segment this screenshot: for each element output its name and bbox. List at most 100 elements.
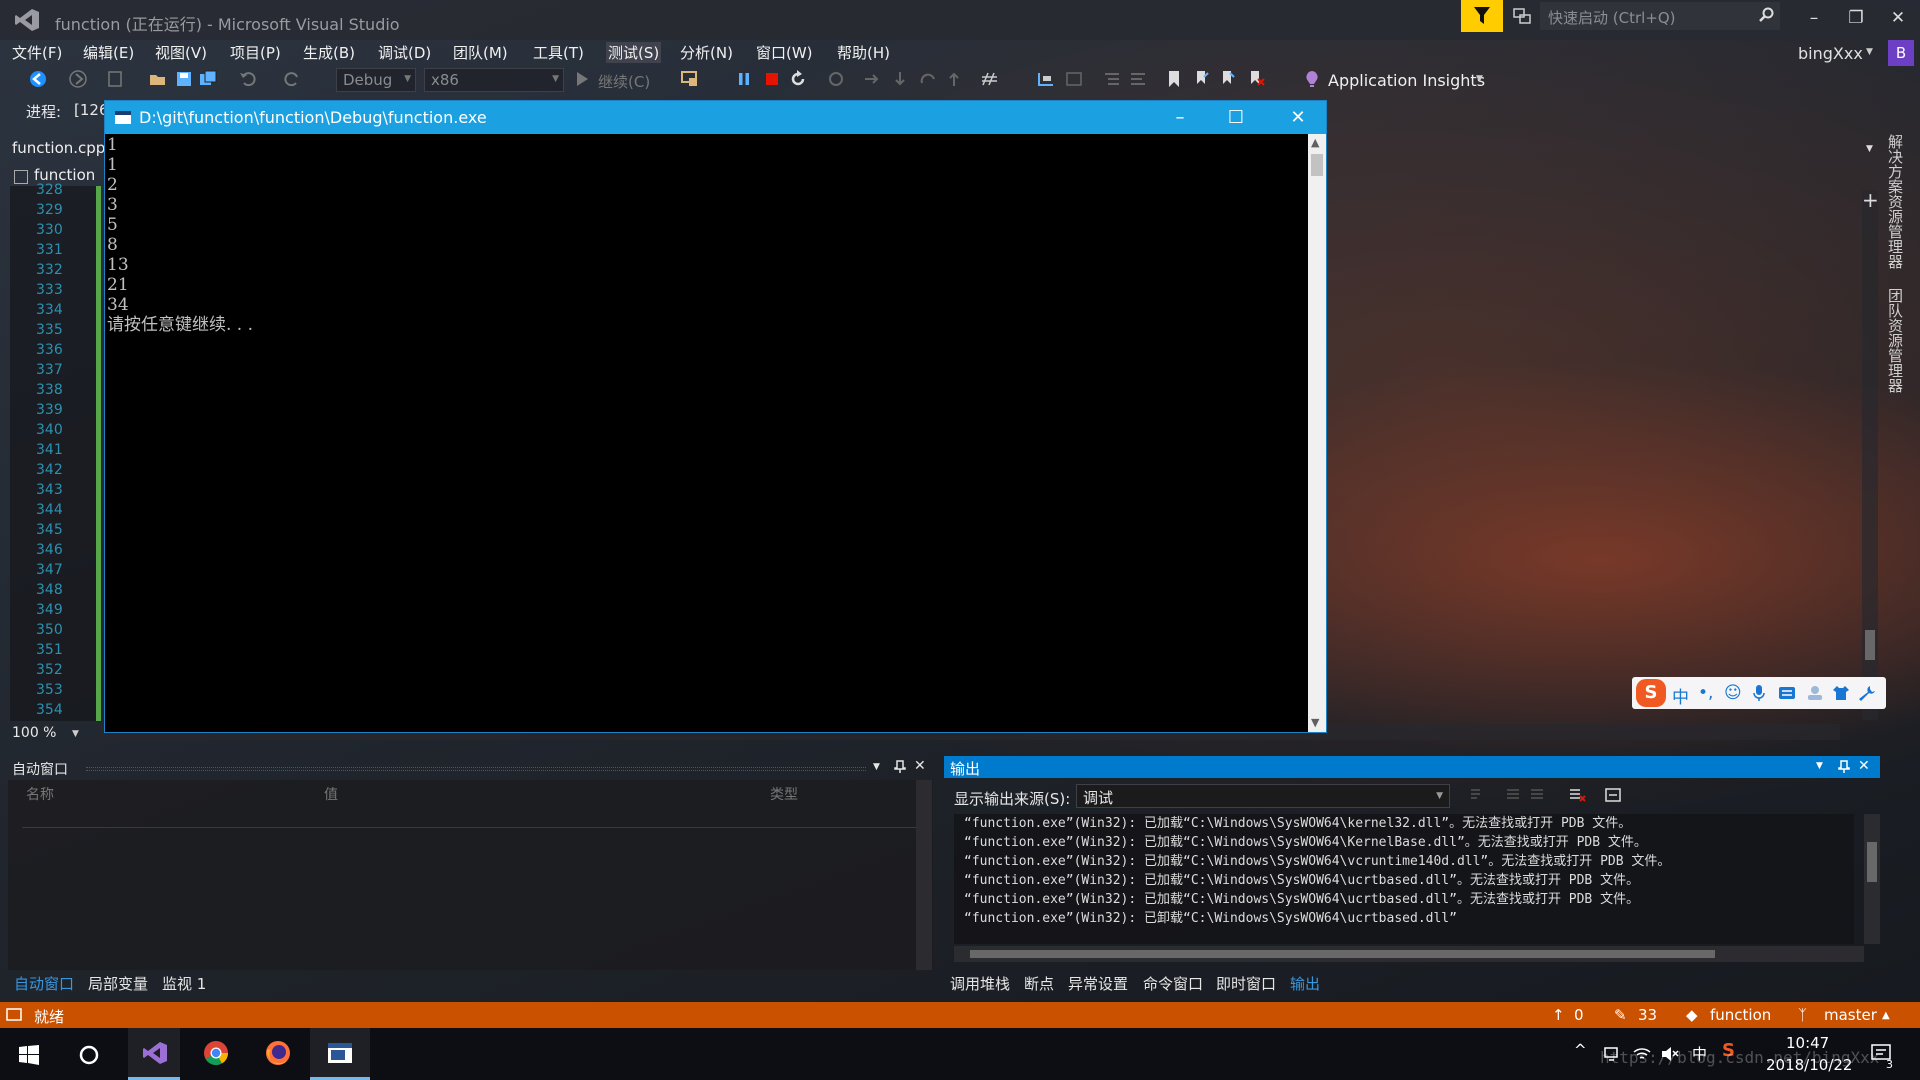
repository-name[interactable]: function	[1710, 1006, 1771, 1024]
tab-call-stack[interactable]: 调用堆栈	[950, 973, 1010, 994]
editor-scroll-thumb[interactable]	[1865, 630, 1875, 660]
minimize-button[interactable]: –	[1796, 4, 1832, 32]
toggle-word-wrap-icon[interactable]	[1604, 786, 1622, 804]
scroll-down-icon[interactable]: ▼	[1311, 716, 1319, 729]
next-bookmark-icon[interactable]	[1218, 69, 1238, 89]
close-icon[interactable]: ✕	[1858, 758, 1870, 774]
remote-connection-icon[interactable]	[1512, 6, 1532, 26]
scroll-up-icon[interactable]: ▲	[1311, 136, 1319, 149]
solution-platform-select[interactable]: x86 ▼	[424, 68, 564, 92]
close-button[interactable]: ✕	[1880, 4, 1916, 32]
sogou-logo-icon[interactable]: S	[1636, 679, 1666, 707]
skin-shirt-icon[interactable]	[1832, 685, 1850, 701]
chevron-down-icon[interactable]: ▼	[873, 762, 880, 772]
autos-grid[interactable]: 名称 值 类型	[8, 780, 933, 970]
menu-edit[interactable]: 编辑(E)	[83, 42, 134, 63]
new-project-icon[interactable]	[106, 69, 126, 89]
output-scroll-thumb[interactable]	[1867, 842, 1877, 882]
pause-icon[interactable]	[734, 69, 754, 89]
taskbar-visual-studio[interactable]	[128, 1028, 180, 1080]
thread-icon[interactable]	[1036, 69, 1056, 89]
account-dropdown-icon[interactable]: ▼	[1866, 47, 1873, 57]
menu-analyze[interactable]: 分析(N)	[680, 42, 733, 63]
attach-process-icon[interactable]	[680, 69, 700, 89]
vs-title-bar[interactable]: function (正在运行) - Microsoft Visual Studi…	[0, 0, 1920, 40]
restore-button[interactable]: ❐	[1838, 4, 1874, 32]
arrow-up-icon[interactable]: ↑	[1552, 1006, 1565, 1024]
chevron-down-icon[interactable]: ▼	[1476, 74, 1483, 84]
chevron-down-icon[interactable]: ▼	[1816, 761, 1823, 771]
taskbar-console[interactable]	[310, 1028, 370, 1080]
chevron-down-icon[interactable]: ▼	[1866, 144, 1873, 154]
navigate-back-icon[interactable]	[28, 69, 48, 89]
next-message-icon[interactable]	[1528, 786, 1546, 804]
keyboard-icon[interactable]	[1778, 686, 1796, 700]
repository-icon[interactable]: ◆	[1686, 1006, 1698, 1024]
uncomment-lines-icon[interactable]	[1128, 69, 1148, 89]
menu-file[interactable]: 文件(F)	[12, 42, 62, 63]
restart-icon[interactable]	[788, 69, 808, 89]
panel-drag-grip[interactable]	[86, 767, 866, 771]
step-into-icon[interactable]	[862, 69, 882, 89]
application-insights-button[interactable]: Application Insights	[1328, 71, 1485, 90]
undo-icon[interactable]	[238, 69, 258, 89]
taskbar-firefox[interactable]	[252, 1028, 304, 1080]
output-horizontal-scrollbar[interactable]	[954, 946, 1864, 962]
tab-output[interactable]: 输出	[1290, 973, 1320, 994]
pending-changes-count[interactable]: 33	[1638, 1006, 1657, 1024]
tab-function-cpp[interactable]: function.cpp	[12, 139, 105, 157]
chevron-up-icon[interactable]: ▲	[1882, 1010, 1890, 1021]
menu-view[interactable]: 视图(V)	[155, 42, 207, 63]
side-tab-solution-explorer[interactable]: 解决方案资源管理器	[1884, 134, 1906, 269]
save-icon[interactable]	[174, 69, 194, 89]
tab-autos[interactable]: 自动窗口	[14, 973, 74, 994]
menu-test[interactable]: 测试(S)	[606, 42, 662, 63]
comment-lines-icon[interactable]	[1102, 69, 1122, 89]
output-window-icon[interactable]	[6, 1008, 24, 1022]
open-file-icon[interactable]	[148, 69, 168, 89]
taskbar-chrome[interactable]	[190, 1028, 242, 1080]
ime-mode-label[interactable]: 中	[1672, 683, 1689, 708]
output-source-select[interactable]: 调试 ▼	[1076, 784, 1450, 808]
menu-help[interactable]: 帮助(H)	[837, 42, 890, 63]
autos-vertical-scrollbar[interactable]	[916, 780, 932, 970]
quick-launch-input[interactable]: 快速启动 (Ctrl+Q)	[1540, 2, 1780, 30]
zoom-level-select[interactable]: 100 %	[12, 725, 56, 741]
tab-command-window[interactable]: 命令窗口	[1143, 973, 1203, 994]
bookmark-icon[interactable]	[1164, 69, 1184, 89]
tab-watch-1[interactable]: 监视 1	[162, 973, 206, 994]
hex-display-icon[interactable]	[980, 69, 1000, 89]
close-icon[interactable]: ✕	[914, 758, 926, 774]
clear-all-icon[interactable]	[1568, 786, 1586, 804]
output-vertical-scrollbar[interactable]	[1864, 814, 1880, 944]
emoji-icon[interactable]: ☺	[1724, 683, 1742, 703]
windows-start-icon[interactable]	[18, 1044, 40, 1066]
tab-breakpoints[interactable]: 断点	[1024, 973, 1054, 994]
tab-locals[interactable]: 局部变量	[88, 973, 148, 994]
continue-play-icon[interactable]	[572, 69, 592, 89]
microphone-icon[interactable]	[1752, 684, 1766, 702]
stack-frame-icon[interactable]	[1064, 69, 1084, 89]
step-out-icon[interactable]	[918, 69, 938, 89]
tab-exception-settings[interactable]: 异常设置	[1068, 973, 1128, 994]
table-row[interactable]	[22, 806, 917, 828]
menu-window[interactable]: 窗口(W)	[756, 42, 813, 63]
feedback-filter-button[interactable]	[1461, 0, 1503, 32]
clear-bookmarks-icon[interactable]	[1246, 69, 1266, 89]
console-minimize-button[interactable]: –	[1157, 105, 1203, 131]
console-maximize-button[interactable]: ☐	[1213, 105, 1259, 131]
step-over-icon[interactable]	[890, 69, 910, 89]
application-insights-icon[interactable]	[1302, 69, 1322, 89]
menu-build[interactable]: 生成(B)	[303, 42, 355, 63]
console-title-bar[interactable]: D:\git\function\function\Debug\function.…	[105, 101, 1326, 134]
console-vertical-scrollbar[interactable]: ▲ ▼	[1308, 134, 1326, 732]
account-avatar[interactable]: B	[1888, 40, 1914, 66]
save-all-icon[interactable]	[198, 69, 218, 89]
autos-panel-header[interactable]: 自动窗口 ▼ ✕	[6, 756, 934, 780]
console-scroll-thumb[interactable]	[1311, 154, 1323, 176]
pencil-icon[interactable]: ✎	[1614, 1006, 1627, 1024]
side-tab-team-explorer[interactable]: 团队资源管理器	[1884, 288, 1906, 393]
column-header-name[interactable]: 名称	[26, 784, 54, 804]
unpublished-commits-count[interactable]: 0	[1574, 1006, 1584, 1024]
show-next-statement-icon[interactable]	[826, 69, 846, 89]
